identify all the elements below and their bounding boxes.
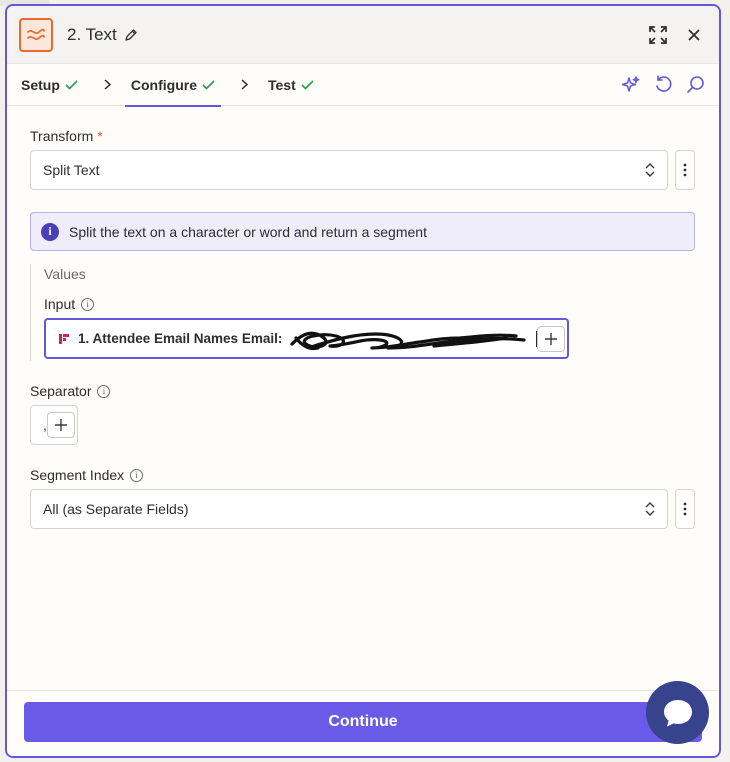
step-title: 2. Text [67,24,117,44]
input-field[interactable]: 1. Attendee Email Names Email: [44,318,570,359]
input-label-row: Input i [44,296,695,312]
info-circle-icon[interactable]: i [81,297,95,311]
plus-icon [54,419,67,431]
config-form: Transform * Split Text i Split the text … [7,106,719,529]
input-label: Input [44,296,76,312]
segment-index-label: Segment Index [30,467,125,483]
tab-test-label: Test [268,76,296,93]
pencil-icon[interactable] [124,28,138,42]
source-app-icon [58,333,70,345]
updown-chevron-icon [645,162,655,178]
segment-index-value: All (as Separate Fields) [43,501,189,517]
pill-label: 1. Attendee Email Names Email: [78,331,283,346]
separator-label: Separator [30,383,92,399]
continue-button[interactable]: Continue [24,702,702,742]
segment-index-row: All (as Separate Fields) [30,489,695,529]
tab-tools [621,75,705,95]
required-mark: * [97,128,103,144]
sparkle-icon[interactable] [621,75,641,95]
chat-launcher-button[interactable] [646,681,709,744]
chevron-right-icon [104,79,111,90]
tab-test[interactable]: Test [268,64,314,106]
tab-setup[interactable]: Setup [21,64,78,106]
check-icon [301,79,314,90]
info-icon: i [41,222,59,241]
step-editor-panel: 2. Text Setup Configure Test Transform *… [5,4,721,758]
separator-field[interactable]: , [30,405,78,445]
check-icon [65,79,78,90]
input-insert-data-button[interactable] [537,325,566,352]
separator-insert-data-button[interactable] [46,412,75,438]
info-circle-icon[interactable]: i [130,468,144,482]
search-icon[interactable] [685,75,705,95]
kebab-icon [683,502,687,516]
tab-setup-label: Setup [21,76,60,93]
segment-index-more-button[interactable] [675,489,695,529]
info-banner-text: Split the text on a character or word an… [69,223,427,240]
chat-bubble-icon [663,699,692,726]
tab-configure-label: Configure [130,76,197,93]
transform-label: Transform [30,128,94,144]
panel-footer: Continue [7,690,719,756]
chevron-right-icon [241,79,248,90]
mapped-field-pill[interactable]: 1. Attendee Email Names Email: [58,331,282,346]
transform-label-row: Transform * [30,128,695,144]
transform-value: Split Text [43,162,100,178]
expand-icon[interactable] [647,24,669,46]
input-row: 1. Attendee Email Names Email: [44,318,695,359]
check-icon [202,79,215,90]
transform-select[interactable]: Split Text [30,150,668,190]
plus-icon [545,332,558,345]
kebab-icon [683,163,687,177]
updown-chevron-icon [645,501,655,517]
segment-index-select[interactable]: All (as Separate Fields) [30,489,668,529]
separator-label-row: Separator i [30,383,695,399]
redacted-scribble [284,326,532,352]
panel-header: 2. Text [7,6,719,64]
values-heading: Values [44,266,86,282]
separator-row: , [30,405,695,445]
transform-row: Split Text [30,150,695,190]
formatter-app-icon [19,17,53,52]
undo-icon[interactable] [653,75,673,95]
step-tabs: Setup Configure Test [7,64,719,107]
tab-configure[interactable]: Configure [124,64,222,107]
close-icon[interactable] [683,24,705,46]
info-circle-icon[interactable]: i [97,384,111,398]
segment-index-label-row: Segment Index i [30,467,695,483]
values-group: Values Input i 1. Attendee Email Names E… [30,264,695,361]
transform-more-button[interactable] [675,150,695,190]
info-banner: i Split the text on a character or word … [30,212,695,251]
